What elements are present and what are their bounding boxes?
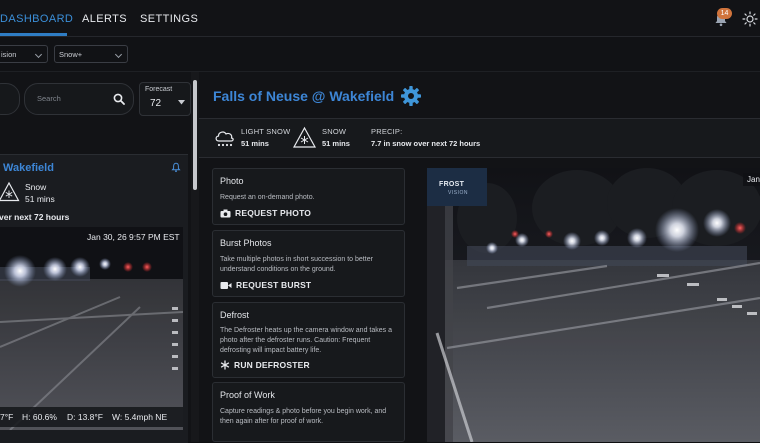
frost-vision-watermark: FROST VISION xyxy=(427,168,487,206)
search-icon[interactable] xyxy=(113,93,125,105)
burst-photos-title: Burst Photos xyxy=(220,238,272,248)
snow-duration: 51 mins xyxy=(322,139,350,148)
burst-photos-description: Take multiple photos in short succession… xyxy=(220,256,373,273)
light-snow-label: LIGHT SNOW xyxy=(241,127,291,136)
chevron-down-icon xyxy=(114,50,123,59)
search-placeholder: Search xyxy=(37,94,61,103)
station-condition: Snow xyxy=(25,182,47,192)
bell-icon[interactable] xyxy=(171,162,181,173)
video-camera-icon xyxy=(220,281,232,289)
defrost-description: The Defroster heats up the camera window… xyxy=(220,327,392,354)
snowflake-icon xyxy=(220,360,230,370)
precip-label: PRECIP: xyxy=(371,127,403,136)
brand-line1: FROST xyxy=(439,181,465,188)
station-card-title[interactable]: Wakefield xyxy=(3,162,54,174)
burst-photos-card: Burst Photos Take multiple photos in sho… xyxy=(212,230,405,297)
proof-of-work-description: Capture readings & photo before you begi… xyxy=(220,408,387,425)
photo-title: Photo xyxy=(220,176,244,186)
snow-select-value: Snow+ xyxy=(59,50,83,59)
camera-timestamp: Jan 30, 26 9:57 PM EST xyxy=(87,232,180,242)
request-photo-button[interactable]: REQUEST PHOTO xyxy=(220,208,311,218)
defrost-card: Defrost The Defroster heats up the camer… xyxy=(212,302,405,378)
vision-select-value: ision xyxy=(1,50,17,59)
station-duration: 51 mins xyxy=(25,194,55,204)
run-defroster-label: RUN DEFROSTER xyxy=(234,360,310,370)
readings-bar: 7°F H: 60.6% D: 13.8°F W: 5.4mph NE xyxy=(0,407,183,427)
theme-toggle-icon[interactable] xyxy=(742,11,758,27)
tab-alerts[interactable]: ALERTS xyxy=(82,0,127,36)
proof-of-work-card: Proof of Work Capture readings & photo b… xyxy=(212,382,405,442)
station-precip: ver next 72 hours xyxy=(0,212,70,222)
tab-dashboard[interactable]: DASHBOARD xyxy=(0,0,73,36)
forecast-value: 72 xyxy=(150,98,162,109)
caret-down-icon xyxy=(178,100,185,105)
active-tab-indicator xyxy=(0,33,67,36)
camera-icon xyxy=(220,209,231,217)
request-burst-label: REQUEST BURST xyxy=(236,280,312,290)
reading-temperature: 7°F xyxy=(0,412,14,422)
chevron-down-icon xyxy=(34,50,43,59)
reading-wind: W: 5.4mph NE xyxy=(112,412,168,422)
station-camera-thumbnail[interactable] xyxy=(0,227,183,430)
reading-humidity: H: 60.6% xyxy=(22,412,57,422)
snow-warning-icon xyxy=(292,126,317,148)
snow-select[interactable]: Snow+ xyxy=(54,45,128,63)
page-title: Falls of Neuse @ Wakefield xyxy=(213,88,395,104)
light-snow-duration: 51 mins xyxy=(241,139,269,148)
request-burst-button[interactable]: REQUEST BURST xyxy=(220,280,311,290)
gear-icon[interactable] xyxy=(400,85,422,107)
brand-line2: VISION xyxy=(448,190,468,196)
main-camera-timestamp: Jan xyxy=(743,173,760,186)
snow-label: SNOW xyxy=(322,127,347,136)
notification-badge: 14 xyxy=(717,8,732,19)
snow-warning-icon xyxy=(0,181,20,202)
run-defroster-button[interactable]: RUN DEFROSTER xyxy=(220,360,310,370)
weather-summary-bar xyxy=(199,118,760,158)
forecast-label: Forecast xyxy=(145,86,173,93)
photo-description: Request an on-demand photo. xyxy=(220,194,315,201)
forecast-select[interactable]: Forecast 72 xyxy=(139,82,191,116)
reading-dewpoint: D: 13.8°F xyxy=(67,412,103,422)
scrollbar-thumb[interactable] xyxy=(193,80,197,190)
precip-value: 7.7 in snow over next 72 hours xyxy=(371,139,481,148)
tab-settings[interactable]: SETTINGS xyxy=(140,0,198,36)
light-snow-icon xyxy=(215,131,234,147)
defrost-title: Defrost xyxy=(220,310,250,320)
request-photo-label: REQUEST PHOTO xyxy=(235,208,312,218)
proof-of-work-title: Proof of Work xyxy=(220,390,275,400)
main-camera-view[interactable] xyxy=(427,168,760,442)
photo-card: Photo Request an on-demand photo. REQUES… xyxy=(212,168,405,225)
vision-select[interactable]: ision xyxy=(0,45,48,63)
search-input[interactable]: Search xyxy=(24,83,134,115)
